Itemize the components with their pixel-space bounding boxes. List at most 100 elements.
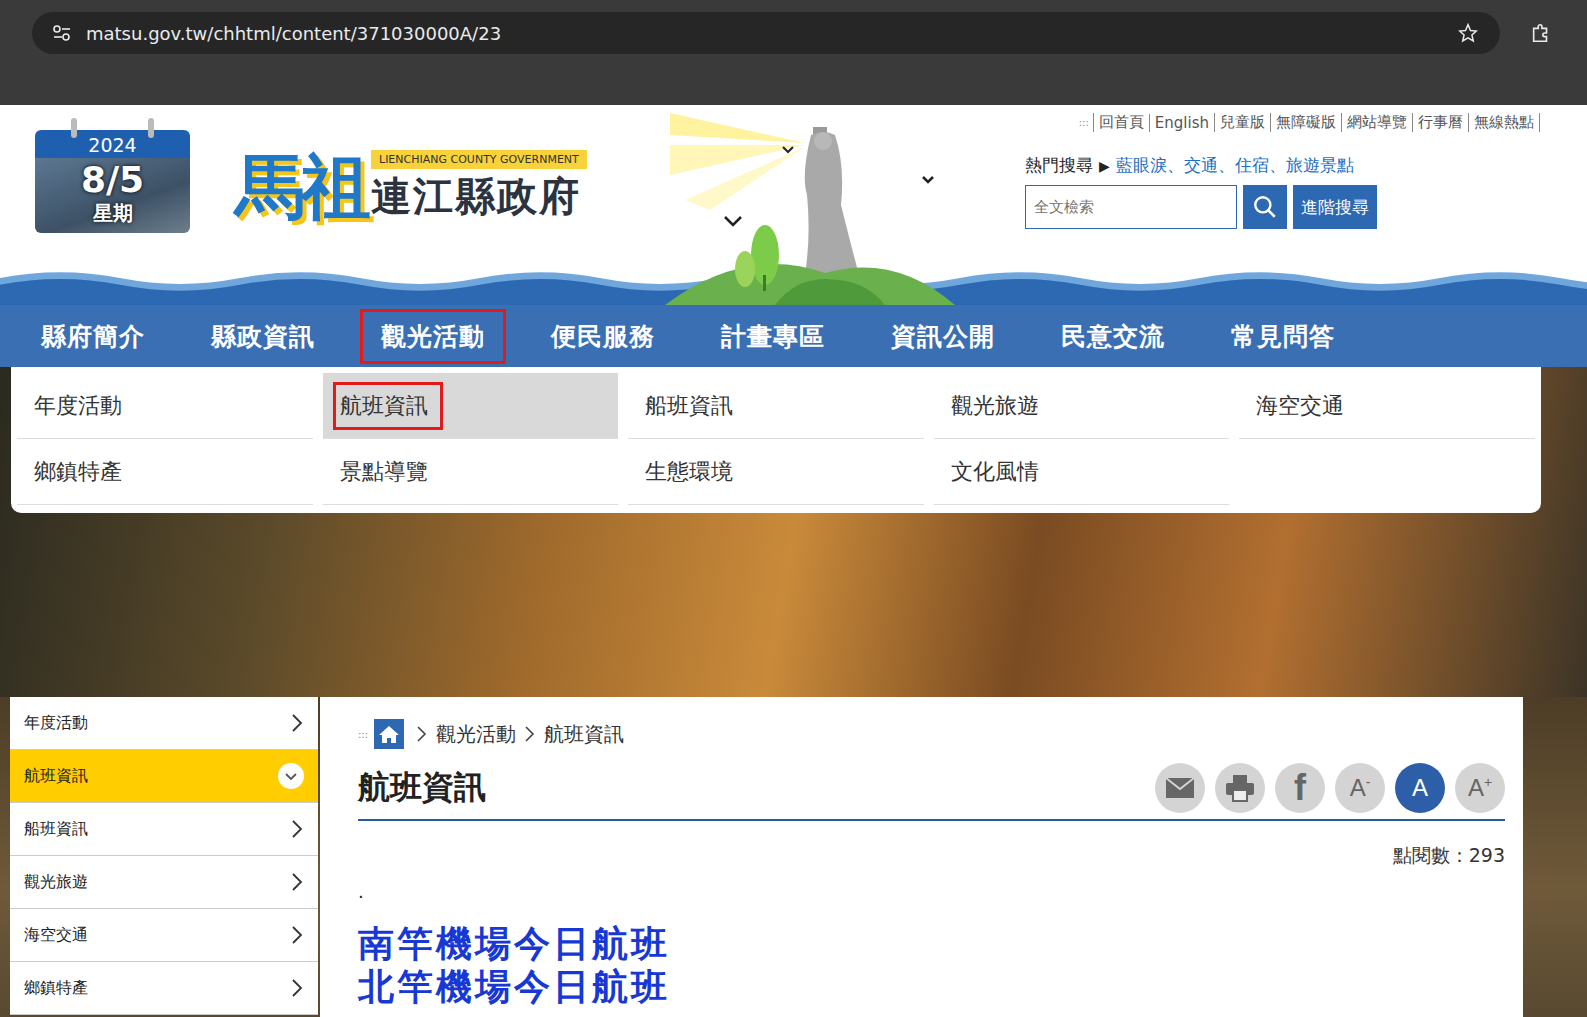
hot-search-term[interactable]: 旅遊景點 — [1286, 155, 1354, 175]
dropdown-item[interactable]: 文化風情 — [934, 439, 1230, 505]
utility-link[interactable]: 行事曆 — [1412, 113, 1468, 132]
hot-search: 熱門搜尋▶藍眼淚、交通、住宿、旅遊景點 — [1025, 154, 1540, 177]
nav-item[interactable]: 計畫專區 — [700, 309, 870, 364]
tool-button[interactable]: f — [1275, 763, 1325, 813]
dropdown-label[interactable]: 鄉鎮特產 — [27, 448, 137, 496]
search-input[interactable] — [1025, 185, 1237, 229]
chevron-right-icon — [524, 725, 536, 743]
page: matsu.gov.tw/chhtml/content/371030000A/2… — [0, 0, 1587, 1017]
dropdown-item[interactable]: 生態環境 — [628, 439, 924, 505]
calendar-date: 8/5 — [35, 160, 190, 200]
tool-button[interactable]: A — [1395, 763, 1445, 813]
chevron-right-icon — [290, 819, 304, 839]
utility-link[interactable]: 無障礙版 — [1270, 113, 1341, 132]
sidebar-label[interactable]: 船班資訊 — [24, 819, 88, 840]
nav-label[interactable]: 縣政資訊 — [190, 309, 336, 364]
sidebar-label[interactable]: 海空交通 — [24, 925, 88, 946]
body-dot: . — [358, 881, 1505, 902]
dropdown-label[interactable]: 船班資訊 — [638, 382, 748, 430]
site-info-icon[interactable] — [52, 25, 72, 41]
sidebar-label[interactable]: 年度活動 — [24, 713, 88, 734]
nav-label[interactable]: 計畫專區 — [700, 309, 846, 364]
utility-link[interactable]: 無線熱點 — [1468, 113, 1540, 132]
hot-search-term[interactable]: 交通 — [1184, 155, 1218, 175]
dropdown-label[interactable]: 景點導覽 — [333, 448, 443, 496]
utility-links: :::回首頁English兒童版無障礙版網站導覽行事曆無線熱點 — [1025, 113, 1540, 132]
main-area: 年度活動航班資訊船班資訊觀光旅遊海空交通鄉鎮特產:::觀光活動航班資訊航班資訊f… — [0, 697, 1587, 1017]
hot-search-arrow: ▶ — [1099, 158, 1110, 174]
sidebar-item[interactable]: 航班資訊 — [10, 750, 318, 803]
url-text[interactable]: matsu.gov.tw/chhtml/content/371030000A/2… — [86, 23, 1444, 44]
calendar-weekday: 星期 — [35, 200, 190, 227]
nav-item[interactable]: 常見問答 — [1210, 309, 1380, 364]
nav-item[interactable]: 縣府簡介 — [20, 309, 190, 364]
chevron-right-icon — [290, 978, 304, 998]
dropdown-label[interactable]: 航班資訊 — [333, 382, 443, 430]
sidebar-item[interactable]: 鄉鎮特產 — [10, 962, 318, 1015]
browser-toolbar: matsu.gov.tw/chhtml/content/371030000A/2… — [0, 0, 1587, 105]
tool-button[interactable] — [1215, 763, 1265, 813]
page-tools: fA- A A+ — [1155, 763, 1505, 813]
separator: 、 — [1218, 155, 1235, 175]
nav-label[interactable]: 便民服務 — [530, 309, 676, 364]
nav-label[interactable]: 常見問答 — [1210, 309, 1356, 364]
flight-link[interactable]: 北竿機場今日航班 — [358, 965, 1505, 1008]
logo-mark: 馬祖 — [235, 152, 367, 222]
home-icon[interactable] — [374, 719, 404, 749]
nav-item[interactable]: 觀光活動 — [360, 309, 530, 364]
date-calendar: 20248/5星期 — [35, 130, 190, 233]
bookmark-star-icon[interactable] — [1458, 23, 1478, 43]
sidebar-label[interactable]: 航班資訊 — [24, 766, 88, 787]
nav-item[interactable]: 資訊公開 — [870, 309, 1040, 364]
address-bar[interactable]: matsu.gov.tw/chhtml/content/371030000A/2… — [32, 12, 1500, 54]
tool-button[interactable]: A+ — [1455, 763, 1505, 813]
accesskey-anchor[interactable]: ::: — [1079, 117, 1089, 128]
dropdown-item[interactable]: 鄉鎮特產 — [17, 439, 313, 505]
hot-search-term[interactable]: 藍眼淚 — [1116, 155, 1167, 175]
dropdown-label[interactable]: 海空交通 — [1249, 382, 1359, 430]
dropdown-item[interactable]: 船班資訊 — [628, 373, 924, 439]
tool-button[interactable] — [1155, 763, 1205, 813]
dropdown-label[interactable]: 年度活動 — [27, 382, 137, 430]
font-size-button: A — [1412, 774, 1428, 802]
dropdown-label[interactable]: 觀光旅遊 — [944, 382, 1054, 430]
dropdown-label[interactable]: 生態環境 — [638, 448, 748, 496]
dropdown-label[interactable]: 文化風情 — [944, 448, 1054, 496]
dropdown-item[interactable]: 景點導覽 — [323, 439, 619, 505]
breadcrumb-item[interactable]: 觀光活動 — [436, 721, 516, 748]
sidebar-label[interactable]: 鄉鎮特產 — [24, 978, 88, 999]
sidebar-item[interactable]: 年度活動 — [10, 697, 318, 750]
flight-link[interactable]: 南竿機場今日航班 — [358, 922, 1505, 965]
view-count: 點閱數：293 — [358, 843, 1505, 869]
utility-link[interactable]: 網站導覽 — [1341, 113, 1412, 132]
mazu-statue-icon — [665, 105, 955, 305]
nav-label[interactable]: 觀光活動 — [360, 309, 506, 364]
extensions-icon[interactable] — [1530, 22, 1552, 44]
sidebar-item[interactable]: 觀光旅遊 — [10, 856, 318, 909]
utility-link[interactable]: English — [1149, 114, 1214, 132]
site-logo[interactable]: 馬祖LIENCHIANG COUNTY GOVERNMENT連江縣政府 — [235, 150, 605, 224]
utility-link[interactable]: 回首頁 — [1093, 113, 1149, 132]
dropdown-item[interactable]: 海空交通 — [1239, 373, 1535, 439]
breadcrumb-item[interactable]: 航班資訊 — [544, 721, 624, 748]
calendar-year: 2024 — [35, 130, 190, 158]
nav-item[interactable]: 民意交流 — [1040, 309, 1210, 364]
nav-item[interactable]: 便民服務 — [530, 309, 700, 364]
advanced-search-button[interactable]: 進階搜尋 — [1293, 185, 1377, 229]
sidebar: 年度活動航班資訊船班資訊觀光旅遊海空交通鄉鎮特產 — [10, 697, 318, 1015]
tool-button[interactable]: A- — [1335, 763, 1385, 813]
hot-search-term[interactable]: 住宿 — [1235, 155, 1269, 175]
dropdown-item[interactable]: 年度活動 — [17, 373, 313, 439]
sidebar-label[interactable]: 觀光旅遊 — [24, 872, 88, 893]
nav-label[interactable]: 資訊公開 — [870, 309, 1016, 364]
utility-link[interactable]: 兒童版 — [1214, 113, 1270, 132]
nav-label[interactable]: 民意交流 — [1040, 309, 1186, 364]
nav-item[interactable]: 縣政資訊 — [190, 309, 360, 364]
nav-label[interactable]: 縣府簡介 — [20, 309, 166, 364]
sidebar-item[interactable]: 海空交通 — [10, 909, 318, 962]
dropdown-item[interactable]: 觀光旅遊 — [934, 373, 1230, 439]
sidebar-item[interactable]: 船班資訊 — [10, 803, 318, 856]
dropdown-item[interactable]: 航班資訊 — [323, 373, 619, 439]
search-button[interactable] — [1243, 185, 1287, 229]
accesskey-anchor[interactable]: ::: — [358, 729, 368, 740]
